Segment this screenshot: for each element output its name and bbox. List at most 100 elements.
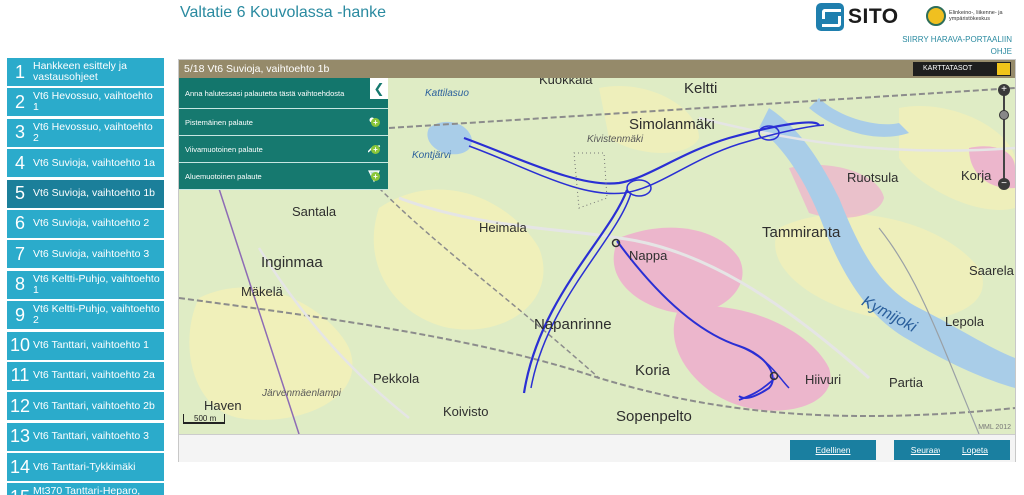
map-label: Napanrinne [534,316,612,333]
sidebar-item-label: Vt6 Suvioja, vaihtoehto 1b [33,187,156,200]
sidebar-item-number: 11 [10,365,30,386]
sidebar-item-number: 10 [9,335,31,356]
sidebar-item-4[interactable]: 4 Vt6 Suvioja, vaihtoehto 1a [7,149,164,178]
sidebar-item-number: 14 [9,456,31,477]
ely-logo: Elinkeino-, liikenne- ja ympäristökeskus [926,6,1009,26]
sidebar-item-13[interactable]: 13 Vt6 Tanttari, vaihtoehto 3 [7,422,164,451]
sidebar-item-number: 8 [14,274,25,295]
sidebar-item-number: 12 [9,395,31,416]
map-label: Kuokkala [539,78,593,87]
sidebar-item-number: 3 [14,122,25,143]
map-panel: 5/18 Vt6 Suvioja, vaihtoehto 1b KARTTATA… [178,59,1016,462]
sidebar-item-label: Vt6 Tanttari, vaihtoehto 2a [33,369,155,382]
sidebar-item-label: Vt6 Tanttari, vaihtoehto 3 [33,430,149,443]
zoom-out-icon[interactable]: − [998,178,1010,190]
layers-icon [997,63,1010,75]
previous-button[interactable]: Edellinen [790,440,876,460]
map-label: Kattilasuo [425,88,469,99]
map-label: Mäkelä [241,284,283,299]
line-feedback-button[interactable]: Viivamuotoinen palaute + [179,136,388,163]
sidebar-item-label: Vt6 Suvioja, vaihtoehto 1a [33,156,156,169]
sidebar-item-label: Vt6 Suvioja, vaihtoehto 3 [33,247,150,260]
sidebar-nav: 1 Hankkeen esittely ja vastausohjeet 2 Vt6… [7,58,164,495]
map-layers-button[interactable]: KARTTATASOT [913,62,1011,76]
sidebar-item-14[interactable]: 14 Vt6 Tanttari-Tykkimäki [7,453,164,482]
map-label: Koivisto [443,404,489,419]
point-feedback-label: Pistemäinen palaute [185,117,253,127]
sidebar-item-6[interactable]: 6 Vt6 Suvioja, vaihtoehto 2 [7,209,164,238]
stop-button[interactable]: Lopeta [940,440,1010,460]
plus-icon: + [371,118,380,127]
sidebar-item-label: Vt6 Tanttari-Tykkimäki [33,460,136,473]
sidebar-item-label: Mt370 Tanttari-Heparo, vaihtoehto 1a [33,485,141,495]
point-icon: + [368,115,382,129]
map-view[interactable]: Kuokkala Kattilasuo Keltti Simolanmäki K… [179,78,1015,434]
harava-portal-link[interactable]: SIIRRY HARAVA-PORTAALIIN [902,35,1012,44]
map-label: Partia [889,375,923,390]
map-scale: 500 m [183,414,225,424]
map-label: Keltti [684,80,718,97]
map-label: Haven [204,398,242,413]
sito-logo-text: SITO [848,5,899,28]
sidebar-item-12[interactable]: 12 Vt6 Tanttari, vaihtoehto 2b [7,392,164,421]
help-link[interactable]: OHJE [991,47,1012,56]
map-label: Lepola [945,314,985,329]
map-label: Järvenmäenlampi [262,388,341,399]
zoom-track [1003,92,1005,182]
map-copyright: MML 2012 [978,424,1011,431]
map-panel-header: 5/18 Vt6 Suvioja, vaihtoehto 1b KARTTATA… [179,60,1015,78]
sidebar-item-label: Vt6 Tanttari, vaihtoehto 1 [33,339,149,352]
sidebar-item-8[interactable]: 8 Vt6 Keltti-Puhjo, vaihtoehto 1 [7,270,164,299]
sidebar-item-label: Vt6 Keltti-Puhjo, vaihtoehto 2 [33,303,160,327]
map-label: Pekkola [373,371,420,386]
area-feedback-label: Aluemuotoinen palaute [185,171,262,181]
scale-bar: 500 m [183,414,225,424]
feedback-panel: Anna halutessasi palautetta tästä vaihto… [179,78,388,190]
map-label: Kontjärvi [412,150,451,161]
plus-icon: + [371,172,380,181]
area-feedback-button[interactable]: Aluemuotoinen palaute + [179,163,388,190]
map-label: Santala [292,204,337,219]
sidebar-item-number: 2 [14,91,25,112]
sidebar-item-1[interactable]: 1 Hankkeen esittely ja vastausohjeet [7,58,164,86]
page: Valtatie 6 Kouvolassa -hanke SITO Elinke… [0,0,1024,495]
ely-logo-text: Elinkeino-, liikenne- ja ympäristökeskus [949,10,1003,22]
sidebar-item-label: Vt6 Tanttari, vaihtoehto 2b [33,399,155,412]
map-label: Sopenpelto [616,408,692,425]
sidebar-item-3[interactable]: 3 Vt6 Hevossuo, vaihtoehto 2 [7,118,164,147]
point-feedback-button[interactable]: Pistemäinen palaute + [179,109,388,136]
collapse-arrow-icon[interactable]: ❮ [370,78,388,99]
sidebar-item-label: Vt6 Keltti-Puhjo, vaihtoehto 1 [33,272,160,296]
sito-logo: SITO [816,2,899,32]
line-feedback-label: Viivamuotoinen palaute [185,144,263,154]
navigation-footer: Edellinen Seuraava Lopeta [179,434,1015,462]
sito-logo-icon [816,3,844,31]
sidebar-item-number: 13 [9,426,31,447]
map-label: Kivistenmäki [587,134,644,145]
map-layers-label: KARTTATASOT [923,65,973,72]
page-title: Valtatie 6 Kouvolassa -hanke [180,4,387,21]
sidebar-item-number: 5 [14,183,25,204]
map-label: Hiivuri [805,372,842,387]
sidebar-item-label: Vt6 Suvioja, vaihtoehto 2 [33,217,150,230]
sidebar-item-label: Vt6 Hevossuo, vaihtoehto 1 [33,90,153,114]
map-label: Ruotsula [847,170,899,185]
plus-icon: + [371,145,380,154]
sidebar-item-2[interactable]: 2 Vt6 Hevossuo, vaihtoehto 1 [7,88,164,117]
sidebar-item-number: 7 [14,243,25,264]
map-label: Simolanmäki [629,116,715,133]
sidebar-item-10[interactable]: 10 Vt6 Tanttari, vaihtoehto 1 [7,331,164,360]
sidebar-item-11[interactable]: 11 Vt6 Tanttari, vaihtoehto 2a [7,361,164,390]
map-label: Inginmaa [261,254,323,271]
map-label: Nappa [629,248,668,263]
zoom-in-icon[interactable]: + [998,84,1010,96]
zoom-slider-handle[interactable] [999,110,1009,120]
sidebar-item-15[interactable]: 15Mt370 Tanttari-Heparo, vaihtoehto 1a [7,483,164,495]
sidebar-item-label: Hankkeen esittely ja vastausohjeet [33,60,127,83]
sidebar-item-9[interactable]: 9 Vt6 Keltti-Puhjo, vaihtoehto 2 [7,301,164,330]
sidebar-item-number: 1 [14,61,25,82]
sidebar-item-5[interactable]: 5 Vt6 Suvioja, vaihtoehto 1b [7,179,164,208]
feedback-intro: Anna halutessasi palautetta tästä vaihto… [179,78,388,109]
map-label: Koria [635,362,671,379]
sidebar-item-7[interactable]: 7 Vt6 Suvioja, vaihtoehto 3 [7,240,164,269]
